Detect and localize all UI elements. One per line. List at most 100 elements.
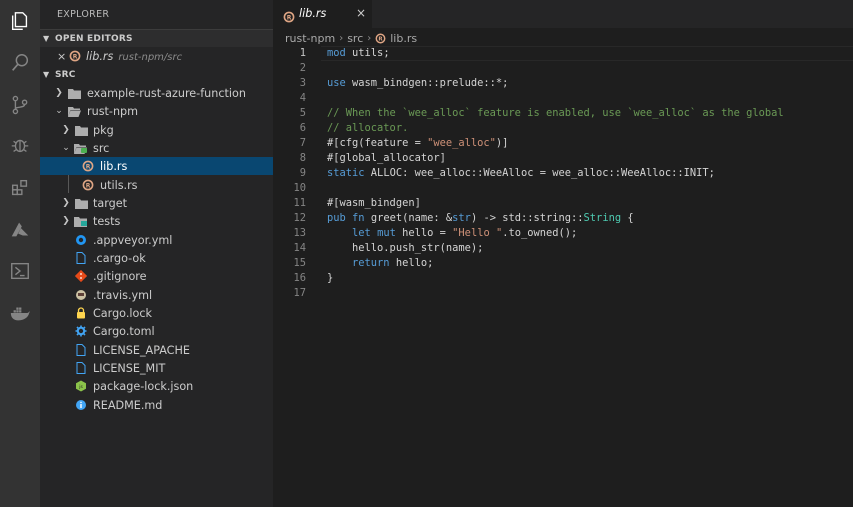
code-line[interactable]: 15 return hello; (273, 256, 853, 271)
open-editor-path: rust-npm/src (118, 51, 183, 63)
azure-icon[interactable] (0, 212, 40, 248)
folder-src-icon (74, 141, 88, 155)
svg-text:js: js (78, 384, 83, 390)
code-line[interactable]: 3 use wasm_bindgen::prelude::*; (273, 76, 853, 91)
tree-item-label: README.md (93, 398, 163, 412)
tree-item-label: LICENSE_MIT (93, 361, 166, 375)
code-line[interactable]: 6 // allocator. (273, 121, 853, 136)
line-number: 6 (299, 122, 306, 134)
code-line[interactable]: 17 (273, 286, 853, 301)
code-line[interactable]: 12 pub fn greet(name: &str) -> std::strin… (273, 211, 853, 226)
tree-item-gitignore[interactable]: .gitignore (40, 267, 273, 285)
open-editor-name: lib.rs (86, 49, 114, 63)
code-text: let mut hello = "Hello ".to_owned(); (352, 227, 578, 239)
rust-file-icon: R (375, 33, 386, 44)
file-icon (74, 361, 88, 375)
git-icon (74, 269, 88, 283)
appveyor-icon (74, 233, 88, 247)
line-number: 17 (293, 287, 306, 299)
code-line[interactable]: 13 let mut hello = "Hello ".to_owned(); (273, 226, 853, 241)
breadcrumb-separator: › (339, 32, 344, 44)
file-icon (74, 251, 88, 265)
code-text: #[global_allocator] (327, 152, 446, 164)
code-line[interactable]: 5 // When the `wee_alloc` feature is enab… (273, 106, 853, 121)
debug-icon[interactable] (0, 127, 40, 163)
src-header[interactable]: ▼ SRC (40, 66, 273, 83)
line-number: 4 (299, 92, 306, 104)
code-line[interactable]: 10 (273, 181, 853, 196)
chevron-down-icon: ⌄ (62, 143, 70, 153)
tree-item-package-lock[interactable]: js package-lock.json (40, 377, 273, 395)
tree-item-pkg[interactable]: ❯ pkg (40, 121, 273, 139)
code-line[interactable]: 14 hello.push_str(name); (273, 241, 853, 256)
source-control-icon[interactable] (0, 87, 40, 123)
chevron-right-icon: ❯ (62, 216, 70, 226)
open-editors-header[interactable]: ▼ OPEN EDITORS (40, 29, 273, 47)
chevron-down-icon: ▼ (43, 70, 50, 79)
tree-item-travis[interactable]: .travis.yml (40, 286, 273, 304)
tree-item-appveyor[interactable]: .appveyor.yml (40, 231, 273, 249)
travis-icon (74, 288, 88, 302)
info-icon (74, 398, 88, 412)
folder-icon (74, 196, 88, 210)
svg-text:R: R (287, 14, 292, 21)
explorer-icon[interactable] (0, 3, 40, 39)
file-icon (74, 343, 88, 357)
svg-text:R: R (73, 53, 78, 60)
tree-item-lib-rs[interactable]: R lib.rs (40, 157, 273, 175)
tree-item-label: utils.rs (100, 178, 138, 192)
breadcrumb-item[interactable]: src (347, 32, 363, 45)
docker-icon[interactable] (0, 295, 40, 331)
tab-lib-rs[interactable]: R lib.rs × (273, 0, 372, 28)
code-line[interactable]: 2 (273, 61, 853, 76)
editor-area: R lib.rs × rust-npm › src › R lib.rs 1 mo… (273, 0, 853, 507)
powershell-icon[interactable] (0, 253, 40, 289)
rust-file-icon: R (283, 8, 295, 27)
code-line[interactable]: 11 #[wasm_bindgen] (273, 196, 853, 211)
line-number: 13 (293, 227, 306, 239)
tree-item-example-rust-azure-function[interactable]: ❯ example-rust-azure-function (40, 84, 273, 102)
code-text: // When the `wee_alloc` feature is enabl… (327, 107, 784, 119)
nodejs-icon: js (74, 379, 88, 393)
chevron-down-icon: ⌄ (55, 106, 63, 116)
tree-item-license-apache[interactable]: LICENSE_APACHE (40, 341, 273, 359)
code-line[interactable]: 16} (273, 271, 853, 286)
code-line[interactable]: 4 (273, 91, 853, 106)
extensions-icon[interactable] (0, 170, 40, 206)
code-text: } (327, 272, 334, 284)
code-text: #[wasm_bindgen] (327, 197, 421, 209)
explorer-sidebar: EXPLORER ▼ OPEN EDITORS × R lib.rs rust-n… (40, 0, 273, 507)
tree-item-rust-npm[interactable]: ⌄ rust-npm (40, 102, 273, 120)
line-number: 14 (293, 242, 306, 254)
tree-item-cargo-lock[interactable]: Cargo.lock (40, 304, 273, 322)
code-line[interactable]: 9 static ALLOC: wee_alloc::WeeAlloc = wee… (273, 166, 853, 181)
breadcrumb-item[interactable]: rust-npm (285, 32, 335, 45)
tree-item-label: pkg (93, 123, 114, 137)
code-line[interactable]: 1 mod utils; (273, 46, 853, 61)
tree-item-tests[interactable]: ❯ tests (40, 212, 273, 230)
folder-icon (74, 123, 88, 137)
chevron-right-icon: ❯ (62, 198, 70, 208)
tab-bar: R lib.rs × (273, 0, 853, 28)
tree-item-target[interactable]: ❯ target (40, 194, 273, 212)
code-line[interactable]: 7 #[cfg(feature = "wee_alloc")] (273, 136, 853, 151)
code-text: pub fn greet(name: &str) -> std::string:… (327, 212, 634, 224)
tree-item-utils-rs[interactable]: R utils.rs (40, 176, 273, 194)
close-icon[interactable]: × (57, 50, 66, 63)
breadcrumb-item[interactable]: lib.rs (390, 32, 417, 45)
tree-item-src[interactable]: ⌄ src (40, 139, 273, 157)
line-number: 12 (293, 212, 306, 224)
tree-item-cargo-toml[interactable]: Cargo.toml (40, 322, 273, 340)
search-icon[interactable] (0, 45, 40, 81)
tree-item-readme[interactable]: README.md (40, 396, 273, 414)
code-line[interactable]: 8 #[global_allocator] (273, 151, 853, 166)
open-editor-item[interactable]: × R lib.rs rust-npm/src (40, 47, 273, 65)
line-number: 1 (299, 47, 306, 59)
tree-item-cargo-ok[interactable]: .cargo-ok (40, 249, 273, 267)
tree-item-label: .cargo-ok (93, 251, 146, 265)
svg-text:R: R (379, 36, 384, 42)
code-text: mod utils; (327, 47, 390, 59)
tree-item-label: rust-npm (87, 104, 139, 118)
tree-item-license-mit[interactable]: LICENSE_MIT (40, 359, 273, 377)
close-icon[interactable]: × (356, 6, 366, 20)
